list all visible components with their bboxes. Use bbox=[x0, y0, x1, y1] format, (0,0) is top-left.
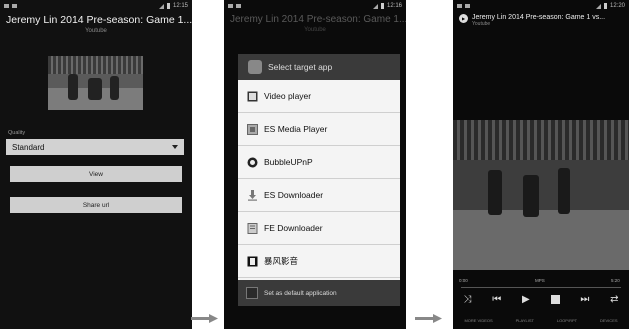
video-source: Youtube bbox=[85, 28, 107, 34]
status-bar: 12:15 bbox=[0, 0, 192, 12]
player-source: Youtube bbox=[472, 21, 491, 27]
crowd bbox=[453, 120, 629, 160]
screen-video-player: 12:20 ▶ Jeremy Lin 2014 Pre-season: Game… bbox=[453, 0, 629, 329]
app-label: FE Downloader bbox=[264, 223, 323, 233]
player bbox=[488, 170, 502, 215]
battery-icon bbox=[380, 3, 384, 9]
app-option-fe-downloader[interactable]: FE Downloader bbox=[238, 212, 400, 245]
background-title: Jeremy Lin 2014 Pre-season: Game 1... bbox=[230, 14, 406, 25]
share-url-button[interactable]: Share url bbox=[10, 197, 182, 213]
dialog-header: Select target app bbox=[238, 54, 400, 80]
battery-icon bbox=[166, 3, 170, 9]
default-checkbox[interactable] bbox=[246, 287, 258, 299]
tab-playlist[interactable]: PLAYLIST bbox=[516, 318, 534, 323]
notification-icon bbox=[457, 4, 462, 8]
storm-player-icon bbox=[246, 255, 258, 267]
app-icon bbox=[248, 60, 262, 74]
crowd bbox=[48, 56, 143, 74]
screen-video-info: 12:15 Jeremy Lin 2014 Pre-season: Game 1… bbox=[0, 0, 192, 329]
notification-icon bbox=[4, 4, 9, 8]
repeat-icon[interactable]: ⇄ bbox=[610, 294, 618, 305]
signal-icon bbox=[158, 3, 164, 9]
app-option-es-media-player[interactable]: ES Media Player bbox=[238, 113, 400, 146]
quality-value: Standard bbox=[12, 142, 45, 152]
status-bar: 12:16 bbox=[224, 0, 406, 12]
play-icon[interactable]: ▶ bbox=[522, 294, 530, 305]
app-option-storm-player[interactable]: 暴风影音 bbox=[238, 245, 400, 278]
signal-icon bbox=[595, 3, 601, 9]
default-label: Set as default application bbox=[264, 289, 337, 297]
film-icon bbox=[246, 90, 258, 102]
tab-loop[interactable]: LOOP/RPT bbox=[557, 318, 577, 323]
es-media-icon bbox=[246, 123, 258, 135]
app-label: ES Media Player bbox=[264, 124, 328, 134]
tab-more-videos[interactable]: MORE VIDEOS bbox=[464, 318, 492, 323]
status-bar: 12:20 bbox=[453, 0, 629, 12]
dropdown-arrow-icon bbox=[172, 145, 178, 149]
tab-devices[interactable]: DEVICES bbox=[600, 318, 618, 323]
previous-icon[interactable]: ⏮ bbox=[492, 294, 501, 305]
notification-icon bbox=[12, 4, 17, 8]
playback-controls: ⤨ ⏮ ▶ ⏭ ⇄ bbox=[453, 292, 629, 306]
app-label: ES Downloader bbox=[264, 190, 324, 200]
video-title: Jeremy Lin 2014 Pre-season: Game 1... bbox=[6, 14, 192, 26]
bubble-icon bbox=[246, 156, 258, 168]
dialog-title: Select target app bbox=[268, 62, 333, 72]
player-header: ▶ Jeremy Lin 2014 Pre-season: Game 1 vs.… bbox=[459, 14, 605, 27]
total-time: 5:20 bbox=[611, 278, 620, 283]
quality-dropdown[interactable]: Standard bbox=[6, 139, 184, 155]
view-button[interactable]: View bbox=[10, 166, 182, 182]
next-icon[interactable]: ⏭ bbox=[580, 294, 589, 305]
player bbox=[68, 74, 78, 100]
seek-bar[interactable] bbox=[461, 287, 621, 288]
app-option-es-downloader[interactable]: ES Downloader bbox=[238, 179, 400, 212]
notification-icon bbox=[465, 4, 470, 8]
bottom-tabs: MORE VIDEOS PLAYLIST LOOP/RPT DEVICES bbox=[453, 318, 629, 323]
youtube-icon: ▶ bbox=[459, 14, 468, 23]
screen-select-app: 12:16 Jeremy Lin 2014 Pre-season: Game 1… bbox=[224, 0, 406, 329]
download-icon bbox=[246, 189, 258, 201]
player bbox=[88, 78, 102, 100]
fe-icon bbox=[246, 222, 258, 234]
app-option-bubbleupnp[interactable]: BubbleUPnP bbox=[238, 146, 400, 179]
status-time: 12:16 bbox=[386, 3, 402, 9]
video-thumbnail[interactable] bbox=[48, 56, 143, 110]
notification-icon bbox=[236, 4, 241, 8]
court bbox=[453, 210, 629, 270]
app-chooser-dialog: Select target app Video player ES Media … bbox=[238, 54, 400, 306]
background-source: Youtube bbox=[304, 27, 326, 33]
signal-icon bbox=[372, 3, 378, 9]
app-label: BubbleUPnP bbox=[264, 157, 313, 167]
app-label: 暴风影音 bbox=[264, 256, 299, 266]
player bbox=[523, 175, 539, 217]
app-label: Video player bbox=[264, 91, 312, 101]
app-option-video-player[interactable]: Video player bbox=[238, 80, 400, 113]
status-time: 12:15 bbox=[172, 3, 188, 9]
notification-icon bbox=[228, 4, 233, 8]
shuffle-icon[interactable]: ⤨ bbox=[463, 294, 471, 305]
player bbox=[110, 76, 119, 100]
quality-label: Quality bbox=[8, 130, 26, 136]
default-app-row[interactable]: Set as default application bbox=[238, 280, 400, 306]
battery-icon bbox=[603, 3, 607, 9]
player bbox=[558, 168, 570, 214]
elapsed-time: 0:00 bbox=[459, 278, 468, 283]
player-title: Jeremy Lin 2014 Pre-season: Game 1 vs... bbox=[472, 14, 606, 21]
video-frame[interactable] bbox=[453, 120, 629, 270]
arrow-right-icon bbox=[415, 314, 442, 323]
status-time: 12:20 bbox=[609, 3, 625, 9]
playback-mode: MPS bbox=[535, 278, 545, 283]
stop-icon[interactable] bbox=[550, 294, 560, 304]
arrow-right-icon bbox=[191, 314, 218, 323]
